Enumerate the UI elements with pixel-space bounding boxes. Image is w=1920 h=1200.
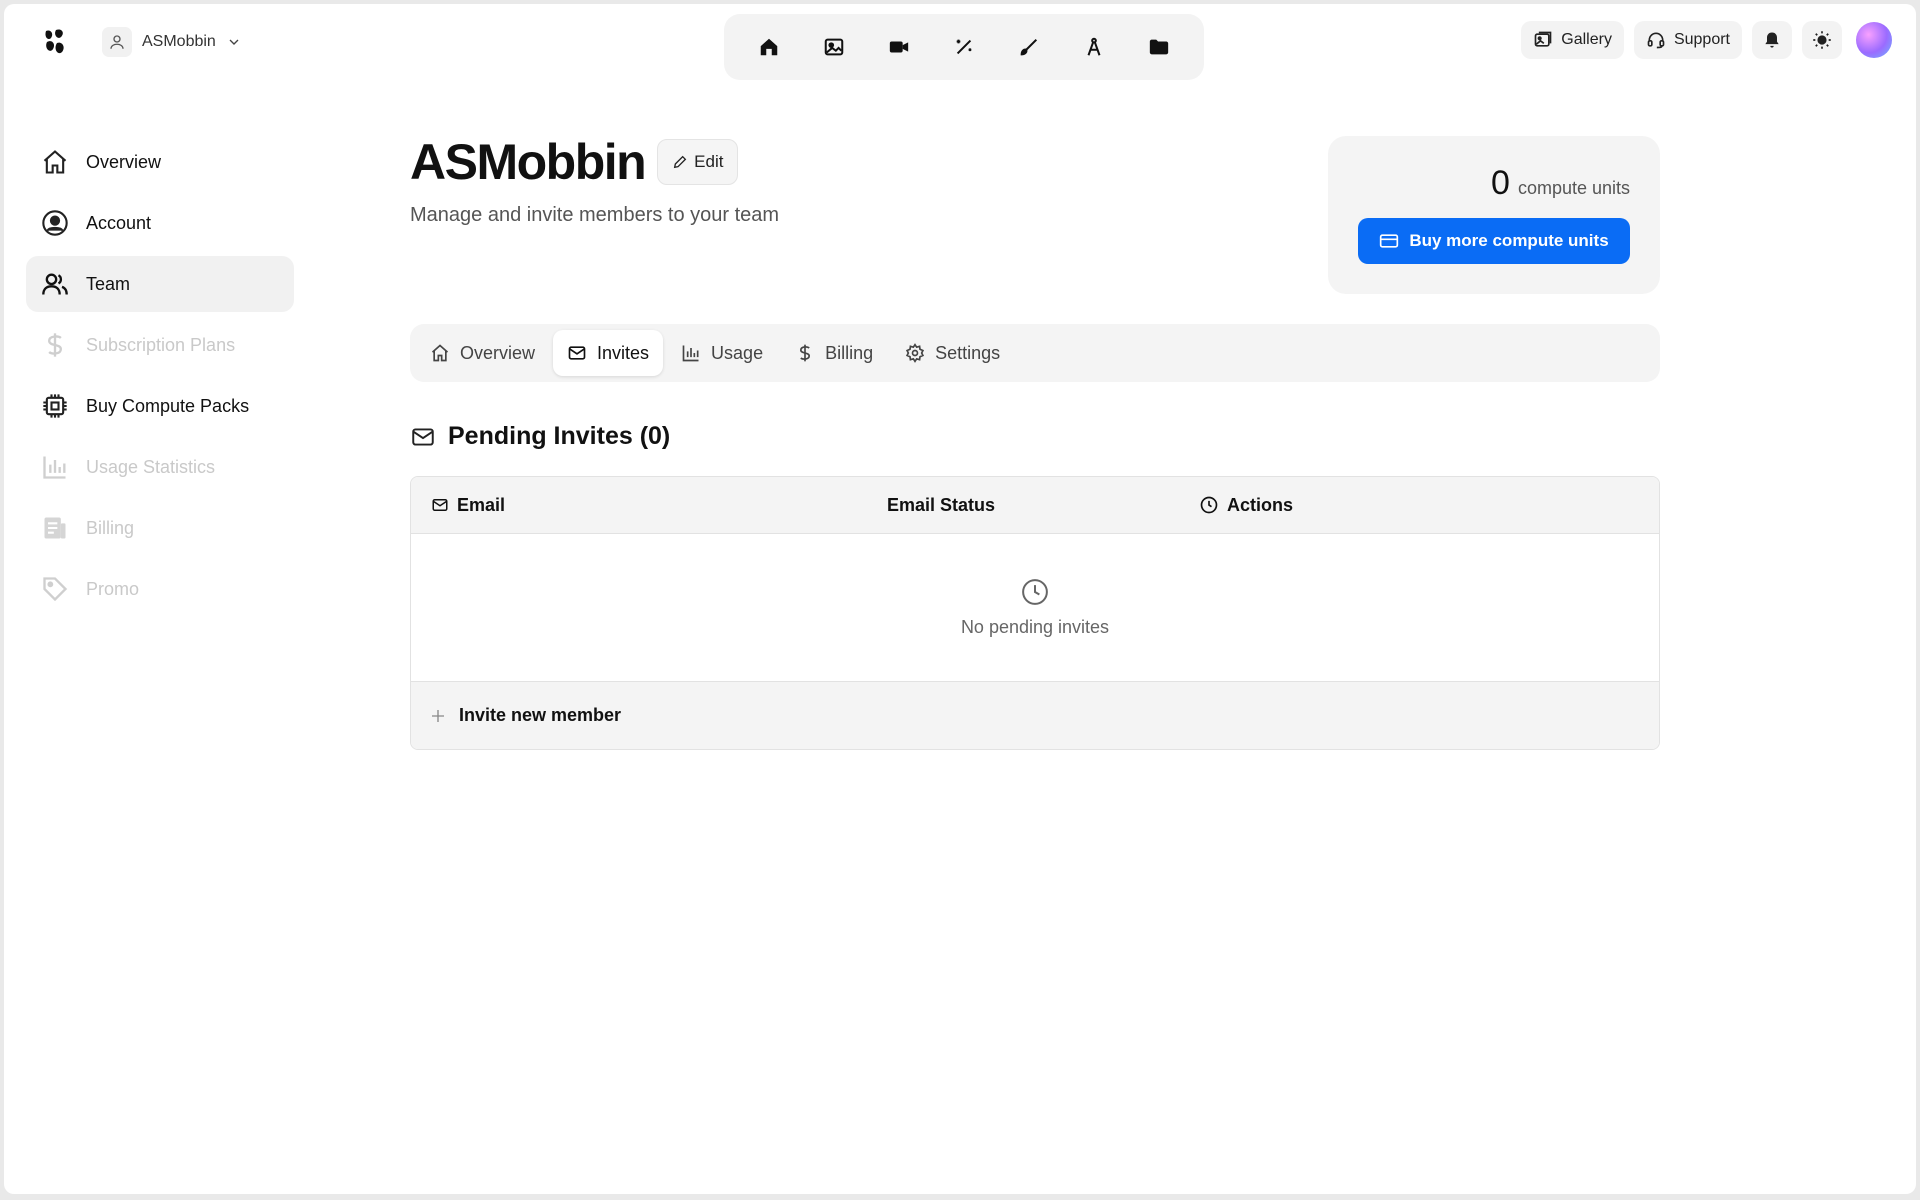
- sidebar-item-label: Account: [86, 212, 152, 233]
- app-window: ASMobbin Gallery Support Overview Accoun…: [4, 4, 1916, 1194]
- top-right-actions: Gallery Support: [1521, 21, 1892, 59]
- user-avatar[interactable]: [1856, 22, 1892, 58]
- invite-new-member-button[interactable]: Invite new member: [411, 681, 1659, 749]
- image-icon[interactable]: [812, 25, 856, 69]
- tab-label: Billing: [825, 342, 874, 363]
- app-logo[interactable]: [42, 28, 68, 56]
- sidebar-item-subscription-plans[interactable]: Subscription Plans: [26, 317, 294, 373]
- pending-invites-table: Email Email Status Actions No pending in…: [410, 476, 1660, 750]
- clock-icon: [1020, 577, 1050, 607]
- edit-label: Edit: [694, 152, 724, 171]
- mail-icon: [431, 496, 449, 514]
- column-email-status: Email Status: [887, 477, 995, 533]
- sidebar-item-label: Team: [86, 273, 131, 294]
- tab-billing[interactable]: Billing: [781, 330, 887, 376]
- credit-card-icon: [1379, 231, 1399, 251]
- section-heading: Pending Invites (0): [410, 422, 670, 451]
- sidebar-item-promo[interactable]: Promo: [26, 561, 294, 617]
- buy-compute-units-button[interactable]: Buy more compute units: [1358, 218, 1630, 264]
- compute-units-value: 0: [1491, 164, 1510, 202]
- users-icon: [40, 269, 70, 299]
- sidebar-item-buy-compute-packs[interactable]: Buy Compute Packs: [26, 378, 294, 434]
- pending-invites-title: Pending Invites (0): [448, 422, 671, 450]
- compute-units-label: compute units: [1517, 178, 1630, 198]
- gear-icon: [905, 343, 925, 363]
- compute-units-balance: 0 compute units: [1358, 164, 1630, 203]
- sidebar-item-billing[interactable]: Billing: [26, 500, 294, 556]
- sun-icon: [1812, 30, 1832, 50]
- mail-icon: [410, 424, 436, 450]
- edit-team-button[interactable]: Edit: [657, 139, 739, 185]
- invite-new-member-label: Invite new member: [459, 705, 622, 725]
- column-actions: Actions: [1199, 477, 1293, 533]
- sidebar: Overview Account Team Subscription Plans…: [26, 134, 294, 622]
- dollar-icon: [795, 343, 815, 363]
- compute-units-card: 0 compute units Buy more compute units: [1328, 136, 1660, 294]
- tab-overview[interactable]: Overview: [416, 330, 549, 376]
- cpu-icon: [40, 391, 70, 421]
- pencil-icon: [672, 154, 688, 170]
- support-label: Support: [1673, 31, 1730, 48]
- gallery-button[interactable]: Gallery: [1521, 21, 1624, 59]
- video-icon[interactable]: [877, 25, 921, 69]
- page-title: ASMobbin: [410, 134, 647, 190]
- home-icon: [40, 147, 70, 177]
- home-icon: [430, 343, 450, 363]
- top-nav: [724, 14, 1204, 80]
- tab-invites[interactable]: Invites: [553, 330, 664, 376]
- tab-label: Usage: [711, 342, 764, 363]
- sidebar-item-usage-statistics[interactable]: Usage Statistics: [26, 439, 294, 495]
- gallery-icon: [1533, 30, 1553, 50]
- tab-settings[interactable]: Settings: [891, 330, 1014, 376]
- bar-chart-icon: [681, 343, 701, 363]
- sidebar-item-label: Usage Statistics: [86, 456, 216, 477]
- sidebar-item-label: Overview: [86, 151, 162, 172]
- column-label: Actions: [1227, 494, 1294, 515]
- brush-icon[interactable]: [1007, 25, 1051, 69]
- sidebar-item-label: Subscription Plans: [86, 334, 236, 355]
- user-circle-icon: [40, 208, 70, 238]
- user-icon: [102, 27, 132, 57]
- buy-compute-units-label: Buy more compute units: [1409, 231, 1609, 250]
- tab-usage[interactable]: Usage: [667, 330, 777, 376]
- team-tabs: Overview Invites Usage Billing Settings: [410, 324, 1660, 382]
- bar-chart-icon: [40, 452, 70, 482]
- gallery-label: Gallery: [1561, 31, 1612, 48]
- plus-icon: [429, 707, 447, 725]
- sidebar-item-label: Billing: [86, 517, 135, 538]
- team-switcher-name: ASMobbin: [142, 33, 216, 50]
- dollar-icon: [40, 330, 70, 360]
- home-icon[interactable]: [747, 25, 791, 69]
- compass-icon[interactable]: [1072, 25, 1116, 69]
- support-button[interactable]: Support: [1633, 21, 1742, 59]
- tag-icon: [40, 574, 70, 604]
- bell-icon: [1762, 30, 1782, 50]
- sidebar-item-label: Promo: [86, 578, 140, 599]
- tab-label: Overview: [460, 342, 536, 363]
- table-header: Email Email Status Actions: [411, 477, 1659, 534]
- folder-icon[interactable]: [1137, 25, 1181, 69]
- sidebar-item-account[interactable]: Account: [26, 195, 294, 251]
- receipt-icon: [40, 513, 70, 543]
- column-email: Email: [431, 477, 505, 533]
- headset-icon: [1646, 30, 1666, 50]
- notifications-button[interactable]: [1752, 21, 1792, 59]
- sidebar-item-label: Buy Compute Packs: [86, 395, 250, 416]
- magic-wand-icon[interactable]: [942, 25, 986, 69]
- main-content: ASMobbin Edit Manage and invite members …: [410, 132, 1660, 750]
- team-switcher[interactable]: ASMobbin: [102, 24, 242, 60]
- empty-state-text: No pending invites: [960, 616, 1110, 637]
- sidebar-item-overview[interactable]: Overview: [26, 134, 294, 190]
- chevron-down-icon: [226, 34, 242, 50]
- mail-icon: [567, 343, 587, 363]
- empty-state: No pending invites: [411, 533, 1659, 681]
- column-label: Email: [457, 494, 506, 515]
- clock-icon: [1199, 495, 1219, 515]
- sidebar-item-team[interactable]: Team: [26, 256, 294, 312]
- tab-label: Settings: [935, 342, 1001, 363]
- tab-label: Invites: [597, 342, 650, 363]
- column-label: Email Status: [887, 494, 996, 515]
- theme-toggle-button[interactable]: [1802, 21, 1842, 59]
